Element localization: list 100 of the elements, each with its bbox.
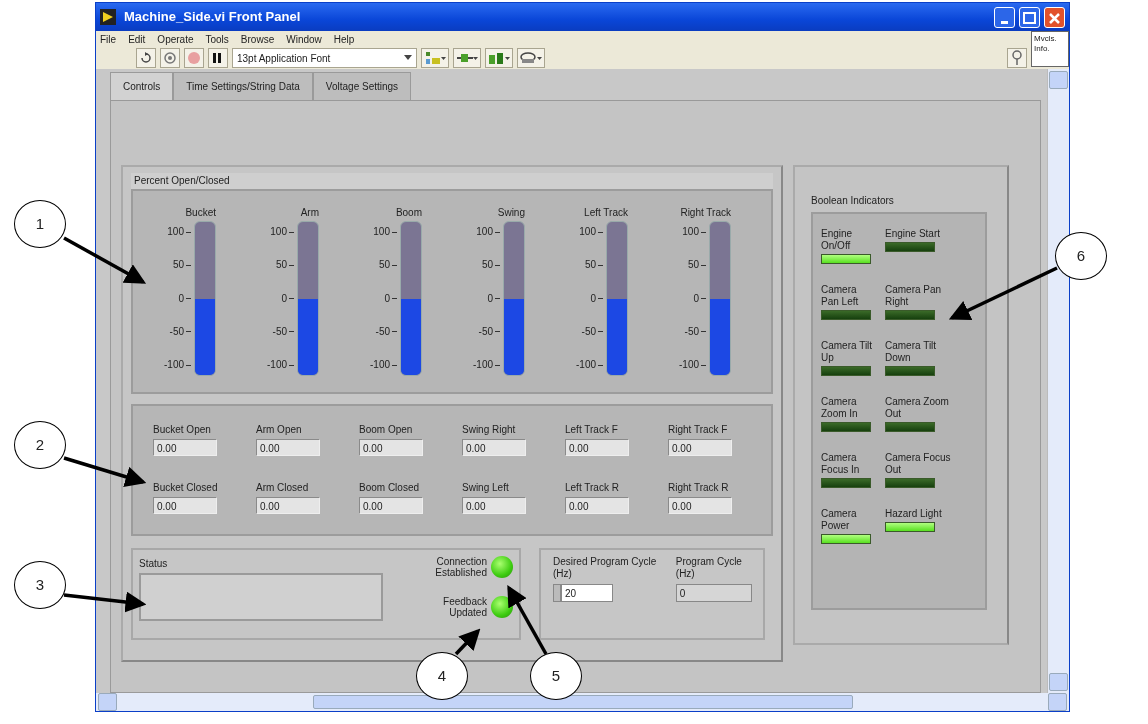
indicator-label: Engine Start [885,228,942,240]
input-field[interactable]: 20 [561,584,613,602]
callout-number: 6 [1055,232,1107,280]
field-label: Left Track R [565,481,620,495]
scale-label: -50 [478,326,493,337]
scale-label: 100 [373,227,390,237]
tab[interactable]: Controls [110,72,174,100]
tab[interactable]: Time Settings/String Data [173,72,313,100]
menu-item[interactable]: Operate [157,31,194,47]
tick-mark [186,364,191,366]
tick-mark [495,331,500,333]
scale-label: 0 [178,293,184,304]
tick-mark [392,331,397,333]
minimize-icon [1001,21,1008,25]
minimize-button[interactable] [994,6,1015,28]
field-label: Bucket Open [153,423,212,437]
meter-label: Left Track [584,206,628,220]
field-label: Right Track R [668,481,730,495]
scale-label: 50 [172,260,184,271]
scale-label: 50 [275,260,287,271]
distribute-objects-button[interactable] [453,48,481,68]
caret-icon [404,55,412,61]
scale-label: -50 [169,326,184,337]
meter-label: Swing [497,206,525,220]
menu-item[interactable]: Edit [128,31,146,47]
tick-mark [289,298,294,299]
tick-mark [495,264,500,266]
pause-button[interactable] [208,48,228,68]
tab[interactable]: Voltage Settings [312,72,412,100]
numeric-field: 0.00 [668,497,732,514]
indicator-label: Camera Power [821,508,858,532]
scale-label: 0 [590,293,596,304]
scale-label: 100 [476,227,493,237]
menu-item[interactable]: Help [333,31,355,47]
tick-mark [701,364,706,366]
app-icon [100,9,116,25]
help-button[interactable] [1007,48,1027,68]
numeric-field: 0.00 [153,439,217,456]
scale-label: -100 [370,360,390,370]
field-label: Bucket Closed [153,481,219,495]
indicator-label: Camera Pan Left [821,284,860,308]
field-label: Desired Program Cycle (Hz) [553,556,658,580]
meter-label: Boom [395,206,422,220]
field-label: Left Track F [565,423,619,437]
window-title: Machine_Side.vi Front Panel [124,8,301,27]
scale-label: 50 [378,260,390,271]
tick-mark [392,364,397,366]
menu-item[interactable]: Tools [205,31,229,47]
maximize-button[interactable] [1019,6,1040,28]
tick-mark [289,264,294,266]
reorder-button[interactable] [517,48,545,68]
field-label: Swing Right [462,423,517,437]
close-button[interactable] [1044,6,1065,28]
run-button[interactable] [136,48,156,68]
callout-number: 3 [14,561,66,609]
scale-label: 50 [481,260,493,271]
pause-icon [211,52,223,64]
horizontal-scrollbar[interactable] [96,693,1069,711]
tick-mark [495,231,500,233]
scale-label: -50 [581,326,596,337]
status-label: Status [139,557,169,571]
reorder-icon [520,51,542,65]
scale-label: 50 [687,260,699,271]
tick-mark [186,331,191,333]
menu-item[interactable]: Browse [240,31,275,47]
indicator-label: Camera Tilt Up [821,340,874,364]
tick-mark [392,264,397,266]
field-label: Right Track F [668,423,729,437]
resize-objects-button[interactable] [485,48,513,68]
stop-icon [187,51,201,65]
scale-label: -100 [473,360,493,370]
scroll-thumb[interactable] [312,695,853,709]
vi-icon: Mvcls. Info. [1031,31,1069,67]
numeric-field: 0.00 [153,497,217,514]
numeric-field: 0.00 [256,439,320,456]
meter-label: Right Track [680,206,731,220]
tick-mark [598,364,603,366]
run-continuously-button[interactable] [160,48,180,68]
scale-label: 0 [384,293,390,304]
menu-item[interactable]: Window [286,31,322,47]
field-label: Arm Open [256,423,303,437]
field-label: Boom Open [359,423,414,437]
group-title: Percent Open/Closed [131,173,773,189]
scale-label: -50 [684,326,699,337]
tick-mark [701,231,706,233]
distribute-icon [456,51,478,65]
scale-label: -100 [679,360,699,370]
tick-mark [186,264,191,266]
numeric-field: 0.00 [256,497,320,514]
numeric-field: 0.00 [565,439,629,456]
tick-mark [701,331,706,333]
menu-item[interactable]: File [100,31,117,47]
align-objects-button[interactable] [421,48,449,68]
numeric-field: 0.00 [668,439,732,456]
tick-mark [598,231,603,233]
font-dropdown[interactable]: 13pt Application Font [232,48,417,68]
output-field: 0 [675,584,752,602]
ring-icon [163,51,177,65]
help-icon [1010,50,1024,66]
meter-label: Arm [300,206,319,220]
